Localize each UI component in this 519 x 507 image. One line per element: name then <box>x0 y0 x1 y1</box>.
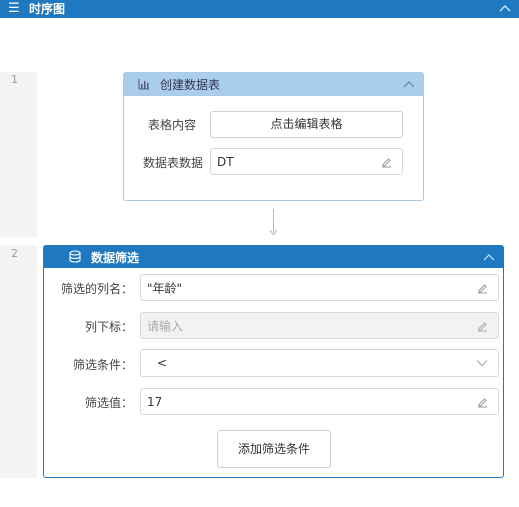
data-table-label: 数据表数据 <box>143 156 204 170</box>
top-bar: ☰ 时序图 <box>0 0 519 18</box>
arrow-down-icon <box>269 229 278 236</box>
pencil-icon <box>478 321 487 331</box>
condition-label: 筛选条件： <box>73 358 134 372</box>
line-number-2: 2 <box>11 247 18 260</box>
condition-value: < <box>157 356 168 370</box>
pencil-icon[interactable] <box>477 396 488 407</box>
line-number-1: 1 <box>11 73 18 86</box>
chevron-up-icon[interactable] <box>403 79 415 89</box>
filter-value: 17 <box>147 394 163 409</box>
node-header[interactable]: 创建数据表 <box>124 73 423 96</box>
add-condition-button[interactable]: 添加筛选条件 <box>217 430 331 468</box>
data-table-value: DT <box>217 154 234 169</box>
column-name-value: "年龄" <box>147 281 183 295</box>
filter-value-label: 筛选值： <box>85 396 134 410</box>
column-name-label: 筛选的列名： <box>61 282 134 296</box>
node-create-table[interactable]: 创建数据表 表格内容 点击编辑表格 数据表数据 DT <box>123 72 424 201</box>
column-index-input: 请输入 <box>140 312 499 339</box>
filter-value-input[interactable]: 17 <box>140 388 499 415</box>
chevron-up-icon[interactable] <box>499 3 511 15</box>
column-index-placeholder: 请输入 <box>147 319 184 333</box>
gutter-1 <box>0 72 37 237</box>
edit-table-button[interactable]: 点击编辑表格 <box>210 111 403 138</box>
database-icon <box>69 250 81 263</box>
chevron-down-icon[interactable] <box>476 359 488 367</box>
pencil-icon[interactable] <box>477 282 488 293</box>
pencil-icon[interactable] <box>381 156 392 167</box>
node-title: 创建数据表 <box>160 78 221 92</box>
menu-icon[interactable]: ☰ <box>8 1 20 17</box>
chevron-up-icon[interactable] <box>483 252 495 262</box>
column-index-label: 列下标： <box>85 320 134 334</box>
page-title: 时序图 <box>29 2 66 16</box>
bar-chart-icon <box>138 79 149 90</box>
node-title: 数据筛选 <box>91 251 140 265</box>
node-data-filter[interactable]: 数据筛选 筛选的列名： "年龄" 列下标： 请输入 筛选条件： < 筛选值： 1… <box>43 245 504 478</box>
node-header[interactable]: 数据筛选 <box>44 246 503 268</box>
gutter-2 <box>0 245 37 478</box>
table-content-label: 表格内容 <box>148 118 197 132</box>
data-table-input[interactable]: DT <box>210 148 403 175</box>
condition-select[interactable]: < <box>140 349 499 377</box>
column-name-input[interactable]: "年龄" <box>140 274 499 301</box>
